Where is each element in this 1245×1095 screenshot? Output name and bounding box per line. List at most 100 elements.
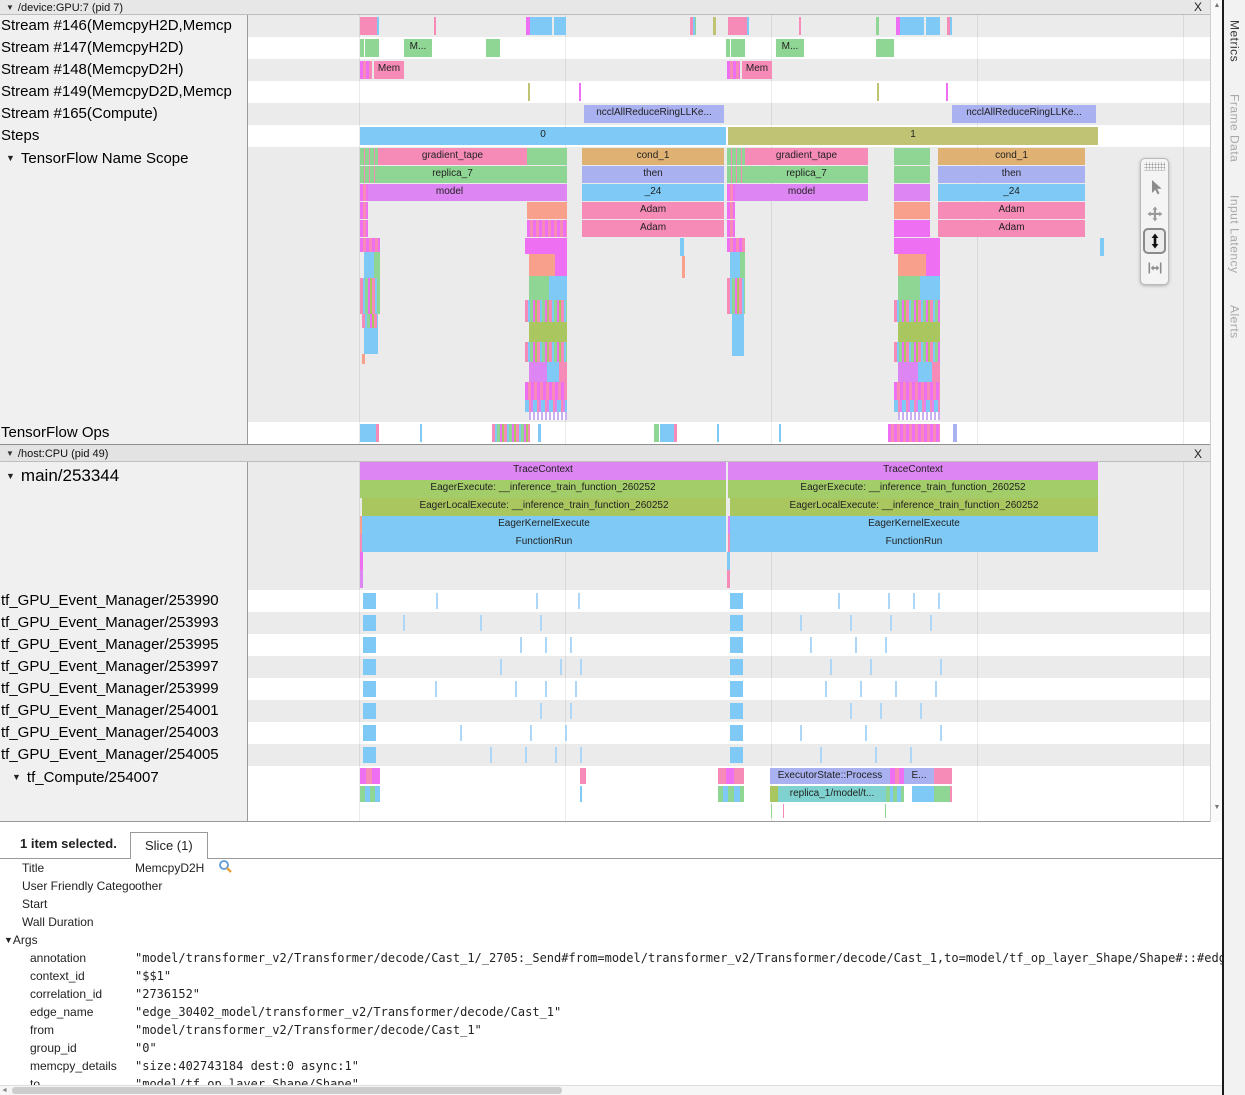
trace-event-block[interactable] <box>938 593 940 609</box>
trace-event-block[interactable] <box>377 17 379 35</box>
trace-event-block[interactable] <box>363 725 376 741</box>
trace-event-block[interactable] <box>860 681 862 697</box>
trace-event-block[interactable] <box>559 362 567 382</box>
trace-event-block[interactable] <box>690 17 696 35</box>
zoom-tool-button[interactable] <box>1143 228 1166 254</box>
trace-event-block[interactable] <box>360 278 380 314</box>
trace-event-block[interactable] <box>727 552 730 570</box>
track-canvas-em-253997[interactable] <box>248 656 1210 678</box>
trace-event-block[interactable]: _24 <box>582 184 724 201</box>
trace-event-block[interactable] <box>527 202 567 219</box>
gpu-section-header[interactable]: ▼/device:GPU:7 (pid 7) X <box>0 0 1210 15</box>
trace-event-block[interactable] <box>360 202 368 219</box>
trace-event-block[interactable] <box>779 424 781 442</box>
track-canvas-stream-149[interactable] <box>248 81 1210 103</box>
trace-event-block[interactable] <box>799 17 801 35</box>
trace-event-block[interactable]: gradient_tape <box>745 148 868 165</box>
track-canvas-em-254005[interactable] <box>248 744 1210 766</box>
trace-event-block[interactable] <box>732 314 744 356</box>
trace-event-block[interactable] <box>490 747 492 763</box>
trace-event-block[interactable] <box>865 725 867 741</box>
trace-event-block[interactable] <box>730 615 743 631</box>
track-canvas-tf-name-scope[interactable]: gradient_tapecond_1gradient_tapecond_1re… <box>248 147 1210 422</box>
trace-event-block[interactable] <box>830 659 832 675</box>
trace-event-block[interactable] <box>579 83 581 101</box>
trace-event-block[interactable] <box>375 786 380 802</box>
trace-event-block[interactable] <box>580 747 582 763</box>
track-canvas-tf-compute-254007[interactable]: ExecutorState::ProcessE...replica_1/mode… <box>248 766 1210 822</box>
trace-event-block[interactable] <box>888 424 940 442</box>
trace-event-block[interactable] <box>901 786 904 802</box>
trace-event-block[interactable] <box>953 424 957 442</box>
trace-event-block[interactable] <box>578 593 580 609</box>
trace-event-block[interactable] <box>770 786 778 802</box>
trace-event-block[interactable]: EagerExecute: __inference_train_function… <box>728 480 1098 498</box>
trace-event-block[interactable] <box>540 615 542 631</box>
trace-event-block[interactable] <box>363 593 376 609</box>
trace-event-block[interactable] <box>894 202 930 219</box>
trace-event-block[interactable] <box>580 768 586 784</box>
trace-event-block[interactable] <box>527 166 567 183</box>
trace-event-block[interactable] <box>360 220 368 237</box>
trace-event-block[interactable] <box>525 382 567 400</box>
timeline-vertical-scrollbar[interactable]: ▲ ▼ <box>1210 0 1222 822</box>
trace-event-block[interactable] <box>734 768 744 784</box>
track-label-main-253344[interactable]: ▼main/253344 <box>0 462 248 590</box>
trace-event-block[interactable] <box>680 238 684 256</box>
trace-event-block[interactable] <box>898 276 920 300</box>
trace-event-block[interactable] <box>525 747 527 763</box>
trace-event-block[interactable] <box>674 424 677 442</box>
trace-event-block[interactable] <box>885 637 887 653</box>
trace-event-block[interactable] <box>730 593 743 609</box>
trace-event-block[interactable]: Mem <box>374 61 404 79</box>
trace-event-block[interactable] <box>363 637 376 653</box>
trace-event-block[interactable] <box>934 768 952 784</box>
trace-event-block[interactable]: replica_7 <box>745 166 868 183</box>
trace-event-block[interactable] <box>727 166 745 183</box>
trace-event-block[interactable] <box>731 39 745 57</box>
trace-event-block[interactable] <box>728 17 747 35</box>
timeline-area[interactable]: ▼/device:GPU:7 (pid 7) X Stream #146(Mem… <box>0 0 1210 822</box>
trace-event-block[interactable] <box>434 17 436 35</box>
trace-event-block[interactable] <box>549 276 567 300</box>
trace-event-block[interactable] <box>727 220 735 237</box>
trace-event-block[interactable] <box>580 786 582 802</box>
trace-event-block[interactable] <box>727 278 745 314</box>
trace-event-block[interactable] <box>727 148 745 165</box>
trace-event-block[interactable] <box>530 725 532 741</box>
trace-event-block[interactable] <box>570 637 572 653</box>
trace-event-block[interactable]: ncclAllReduceRingLLKe... <box>952 105 1096 123</box>
trace-event-block[interactable] <box>850 615 852 631</box>
trace-event-block[interactable]: Adam <box>938 202 1085 219</box>
trace-event-block[interactable] <box>364 252 374 278</box>
trace-event-block[interactable] <box>740 252 745 278</box>
trace-event-block[interactable] <box>575 681 577 697</box>
trace-event-block[interactable] <box>360 552 363 570</box>
trace-event-block[interactable] <box>855 637 857 653</box>
sidebar-tab-alerts[interactable]: Alerts <box>1228 299 1242 339</box>
trace-event-block[interactable] <box>480 615 482 631</box>
trace-event-block[interactable] <box>894 220 930 237</box>
track-canvas-em-254003[interactable] <box>248 722 1210 744</box>
trace-event-block[interactable] <box>727 61 740 79</box>
trace-event-block[interactable] <box>364 328 378 354</box>
trace-event-block[interactable] <box>771 804 772 818</box>
trace-event-block[interactable]: ExecutorState::Process <box>770 768 890 784</box>
trace-event-block[interactable] <box>898 362 918 382</box>
trace-event-block[interactable] <box>740 786 744 802</box>
track-canvas-em-253993[interactable] <box>248 612 1210 634</box>
trace-event-block[interactable] <box>918 362 932 382</box>
trace-event-block[interactable] <box>555 254 567 276</box>
trace-event-block[interactable] <box>730 637 743 653</box>
trace-event-block[interactable] <box>888 593 890 609</box>
track-canvas-em-253995[interactable] <box>248 634 1210 656</box>
drag-handle-icon[interactable] <box>1144 162 1165 171</box>
trace-event-block[interactable] <box>730 725 743 741</box>
track-canvas-stream-146[interactable] <box>248 15 1210 37</box>
trace-event-block[interactable] <box>727 238 745 252</box>
trace-event-block[interactable] <box>932 362 940 382</box>
trace-event-block[interactable] <box>525 400 567 412</box>
trace-event-block[interactable]: Mem <box>742 61 772 79</box>
tab-slice[interactable]: Slice (1) <box>130 832 208 859</box>
trace-event-block[interactable]: Adam <box>582 202 724 219</box>
